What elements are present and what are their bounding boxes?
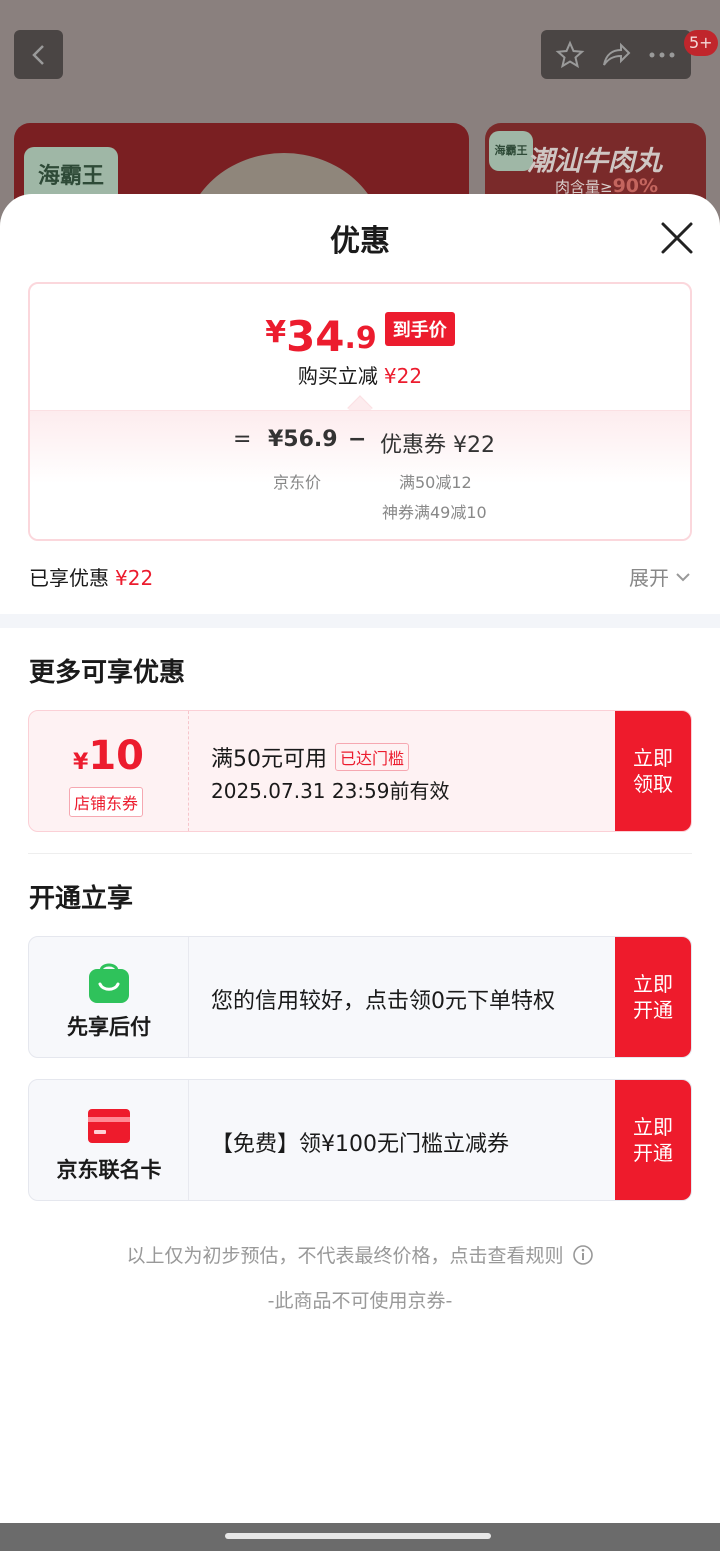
final-price: ¥ 34 .9 到手价	[30, 312, 690, 358]
section-separator	[0, 614, 720, 628]
equals-sign: =	[233, 427, 252, 452]
credit-card-icon	[88, 1109, 130, 1143]
final-price-tag: 到手价	[384, 312, 455, 346]
instant-value: ¥22	[383, 364, 423, 388]
estimate-note-text: 以上仅为初步预估，不代表最终价格，点击查看规则	[126, 1245, 564, 1267]
base-price-caption: 京东价	[273, 473, 322, 492]
system-nav-bar	[0, 1523, 720, 1551]
coupon-condition: 满50元可用 已达门槛	[211, 741, 410, 773]
discount-sheet: 优惠 ¥ 34 .9 到手价 购买立减 ¥22 = ¥56.9 − 优惠券 ¥22…	[0, 194, 720, 1524]
coupon-detail-2: 神券满49减10	[382, 503, 487, 522]
product-title-art: 潮汕牛肉丸	[527, 146, 662, 177]
message-badge: 5+	[684, 30, 718, 56]
sheet-title: 优惠	[330, 224, 390, 259]
co-branded-panel: 京东联名卡	[29, 1080, 189, 1200]
coupon-condition-text: 满50元可用	[211, 747, 327, 772]
coupon-total: 优惠券 ¥22	[380, 433, 495, 458]
pay-later-text: 您的信用较好，点击领0元下单特权	[211, 989, 555, 1014]
coupon-detail-1: 满50减12	[399, 473, 472, 492]
chevron-down-icon	[676, 572, 690, 581]
price-summary: ¥ 34 .9 到手价 购买立减 ¥22	[30, 284, 690, 410]
coupon-type-tag: 店铺东券	[69, 787, 144, 817]
co-branded-card[interactable]: 京东联名卡 【免费】领¥100无门槛立减券 立即 开通	[28, 1079, 692, 1201]
activate-pay-later-button[interactable]: 立即 开通	[615, 937, 691, 1057]
info-icon[interactable]	[572, 1244, 594, 1266]
price-currency: ¥	[265, 315, 287, 350]
instant-discount: 购买立减 ¥22	[30, 360, 690, 389]
threshold-reached-tag: 已达门槛	[335, 743, 410, 771]
price-breakdown: ¥ 34 .9 到手价 购买立减 ¥22 = ¥56.9 − 优惠券 ¥22 京东…	[28, 282, 692, 541]
base-price: ¥56.9	[268, 427, 338, 452]
shopping-bag-icon	[89, 963, 129, 1003]
back-button[interactable]	[14, 30, 63, 79]
top-toolbar	[541, 30, 691, 79]
coupon-validity: 2025.07.31 23:59前有效	[211, 779, 450, 803]
co-branded-text: 【免费】领¥100无门槛立减券	[211, 1132, 509, 1157]
coupon-number: 10	[88, 733, 144, 779]
expand-button[interactable]: 展开	[629, 562, 691, 591]
co-branded-label: 京东联名卡	[56, 1158, 162, 1182]
estimate-note[interactable]: 以上仅为初步预估，不代表最终价格，点击查看规则	[0, 1241, 720, 1268]
open-benefits-title: 开通立享	[29, 884, 134, 914]
price-decimal: .9	[344, 321, 377, 356]
coupon-amount: ¥10	[29, 733, 188, 779]
star-icon[interactable]	[555, 40, 585, 70]
enjoyed-discount: 已享优惠 ¥22	[29, 562, 153, 591]
expand-label: 展开	[629, 566, 669, 590]
more-discounts-title: 更多可享优惠	[29, 658, 186, 688]
coupon-value-panel: ¥10 店铺东券	[29, 711, 189, 831]
coupon-currency: ¥	[73, 750, 89, 775]
claim-coupon-button[interactable]: 立即 领取	[615, 711, 691, 831]
activate-co-branded-button[interactable]: 立即 开通	[615, 1080, 691, 1200]
more-icon[interactable]	[647, 50, 677, 60]
shop-coupon-card[interactable]: ¥10 店铺东券 满50元可用 已达门槛 2025.07.31 23:59前有效…	[28, 710, 692, 832]
pay-later-panel: 先享后付	[29, 937, 189, 1057]
instant-label: 购买立减	[297, 364, 378, 388]
enjoyed-value: ¥22	[115, 566, 154, 590]
price-integer: 34	[286, 312, 345, 361]
minus-sign: −	[348, 427, 367, 452]
home-indicator[interactable]	[225, 1533, 491, 1539]
close-icon[interactable]	[658, 219, 696, 257]
share-icon[interactable]	[600, 40, 632, 70]
pay-later-label: 先享后付	[67, 1015, 151, 1039]
no-jd-coupon-note: -此商品不可使用京券-	[267, 1290, 453, 1312]
divider	[28, 853, 692, 854]
pay-later-card[interactable]: 先享后付 您的信用较好，点击领0元下单特权 立即 开通	[28, 936, 692, 1058]
price-formula: = ¥56.9 − 优惠券 ¥22 京东价 满50减12 神券满49减10	[30, 410, 690, 539]
chevron-left-icon	[31, 44, 44, 65]
enjoyed-label: 已享优惠	[29, 566, 109, 590]
